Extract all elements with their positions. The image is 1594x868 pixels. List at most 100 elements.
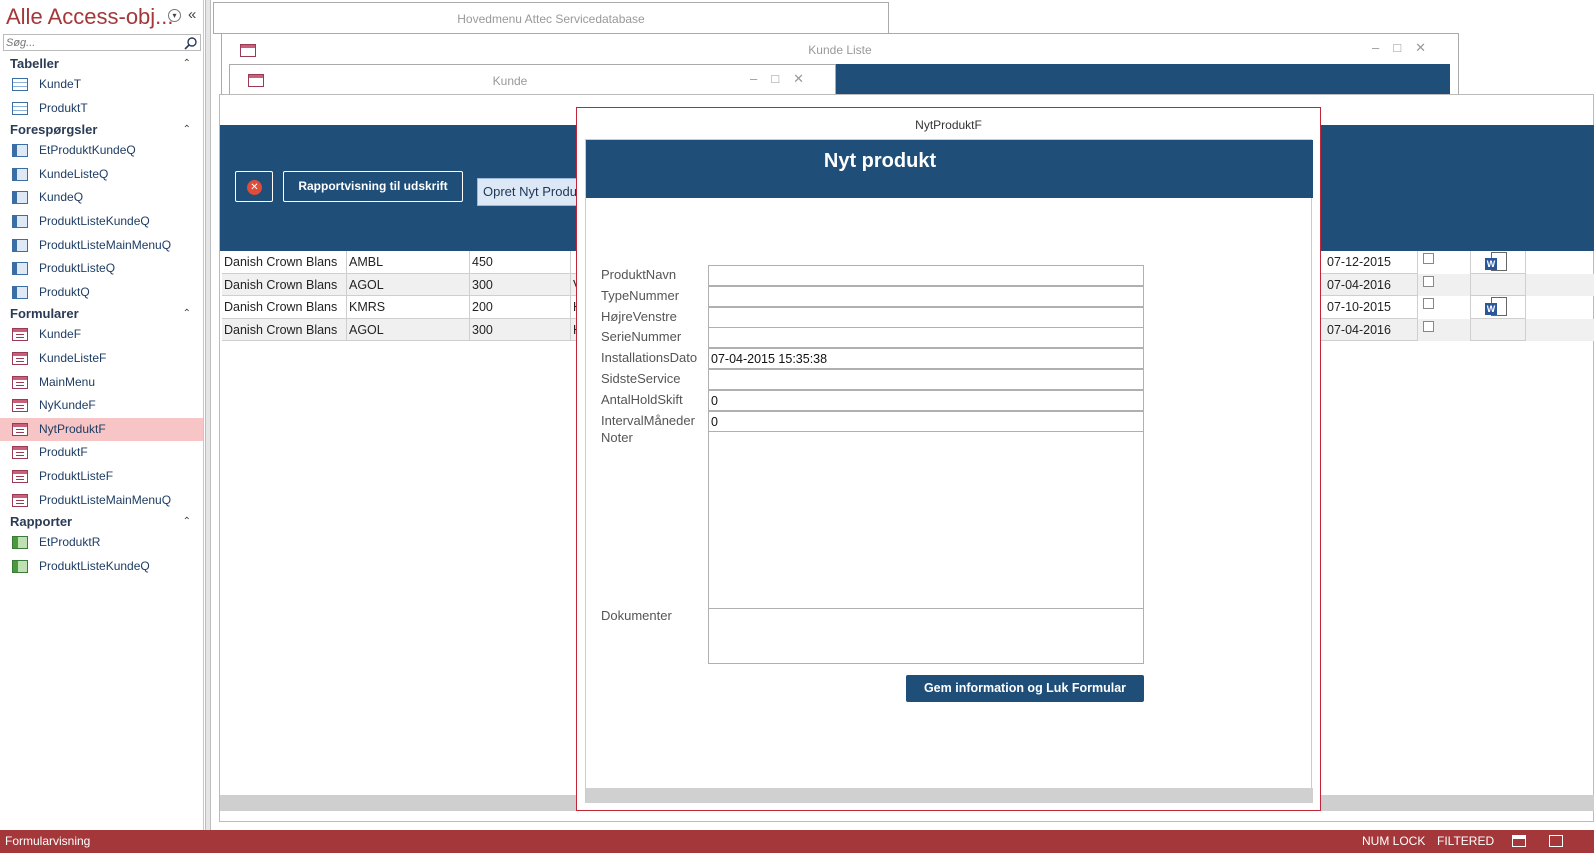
chevron-up-icon[interactable]: ⌃ (183, 512, 191, 531)
nav-item[interactable]: KundeF (0, 323, 203, 347)
nav-item[interactable]: EtProduktKundeQ (0, 139, 203, 163)
layout-view-icon[interactable] (1549, 835, 1563, 847)
form-view-icon[interactable] (1512, 835, 1526, 847)
nav-item[interactable]: ProduktListeMainMenuQ (0, 489, 203, 513)
cell-type[interactable]: 300 (470, 318, 571, 342)
form-icon (12, 399, 28, 413)
field-noter[interactable] (708, 431, 1144, 609)
cell-kunden[interactable]: Danish Crown Blans (222, 318, 347, 342)
nav-item[interactable]: KundeListeQ (0, 163, 203, 187)
maximize-icon[interactable]: □ (1393, 40, 1415, 55)
cell-produkt[interactable]: AMBL (347, 251, 470, 274)
save-and-close-button[interactable]: Gem information og Luk Formular (906, 675, 1144, 702)
popup-header-band: Nyt produkt (586, 140, 1313, 198)
word-document-icon[interactable]: W (1483, 252, 1509, 272)
nav-item[interactable]: ProduktListeQ (0, 257, 203, 281)
nav-item[interactable]: ProduktF (0, 441, 203, 465)
nav-search-input[interactable] (4, 35, 180, 51)
cell-naeste-service[interactable]: 07-04-2016 (1321, 273, 1418, 297)
nav-item[interactable]: ProduktListeKundeQ (0, 210, 203, 234)
note-checkbox[interactable] (1423, 298, 1434, 310)
nav-item[interactable]: EtProduktR (0, 531, 203, 555)
status-bar: Formularvisning NUM LOCK FILTERED (0, 830, 1594, 853)
cell-produkt[interactable]: KMRS (347, 296, 470, 319)
close-form-button[interactable]: ✕ (235, 171, 273, 202)
nav-item[interactable]: ProduktListeF (0, 465, 203, 489)
chevron-down-icon[interactable]: ▾ (168, 9, 181, 22)
nav-item[interactable]: ProduktListeKundeQ (0, 555, 203, 579)
nav-group-label: Forespørgsler (10, 122, 98, 138)
cell-naeste-service[interactable]: 07-04-2016 (1321, 318, 1418, 342)
nav-item[interactable]: ProduktListeMainMenuQ (0, 234, 203, 258)
field-input[interactable] (708, 327, 1144, 349)
cell-dokumenter[interactable]: W (1470, 251, 1526, 274)
field-input[interactable]: 07-04-2015 15:35:38 (708, 348, 1144, 370)
field-input[interactable]: 0 (708, 410, 1144, 432)
word-document-icon[interactable]: W (1483, 297, 1509, 317)
cell-type[interactable]: 450 (470, 251, 571, 274)
note-checkbox[interactable] (1423, 253, 1434, 264)
chevron-up-icon[interactable]: ⌃ (183, 304, 191, 323)
popup-scrollbar[interactable] (586, 788, 1313, 803)
field-input[interactable] (708, 285, 1144, 307)
chevron-up-icon[interactable]: ⌃ (183, 54, 191, 73)
nav-item[interactable]: NyKundeF (0, 394, 203, 418)
field-input[interactable] (708, 369, 1144, 390)
nav-item-label: KundeListeQ (39, 166, 109, 181)
window-kunde[interactable]: Kunde –□✕ (229, 64, 836, 96)
nav-item[interactable]: NytProduktF (0, 417, 203, 442)
form-icon (12, 422, 28, 436)
nav-item[interactable]: ProduktQ (0, 281, 203, 305)
nav-item-label: KundeT (39, 77, 82, 91)
nav-title[interactable]: Alle Access-obj... (6, 4, 174, 30)
minimize-icon[interactable]: – (1372, 40, 1393, 55)
cell-dokumenter[interactable] (1470, 273, 1526, 297)
nav-group-frm[interactable]: Formularer ⌃ (0, 304, 203, 323)
cell-type[interactable]: 300 (470, 273, 571, 297)
cell-produkt[interactable]: AGOL (347, 318, 470, 342)
cell-type[interactable]: 200 (470, 296, 571, 319)
close-icon[interactable]: ✕ (1415, 40, 1440, 55)
cell-naeste-service[interactable]: 07-12-2015 (1321, 251, 1418, 274)
bottom-strip (0, 853, 1594, 868)
label-dokumenter: Dokumenter (601, 608, 672, 623)
cell-kunden[interactable]: Danish Crown Blans (222, 273, 347, 297)
nav-item[interactable]: KundeListeF (0, 347, 203, 371)
close-icon[interactable]: ✕ (793, 71, 818, 86)
nav-group-rpt[interactable]: Rapporter ⌃ (0, 512, 203, 531)
nav-item[interactable]: MainMenu (0, 371, 203, 395)
note-checkbox[interactable] (1423, 275, 1434, 287)
field-dokumenter[interactable] (708, 608, 1144, 664)
cell-produkt[interactable]: AGOL (347, 273, 470, 297)
field-input[interactable] (708, 265, 1144, 286)
maximize-icon[interactable]: □ (771, 71, 793, 86)
field-input[interactable]: 0 (708, 389, 1144, 411)
field-label: IntervalMåneder (601, 412, 695, 428)
cell-kunden[interactable]: Danish Crown Blans (222, 251, 347, 274)
minimize-icon[interactable]: – (750, 71, 771, 86)
note-checkbox[interactable] (1423, 320, 1434, 332)
window-hovedmenu[interactable]: Hovedmenu Attec Servicedatabase (213, 2, 889, 34)
popup-form-body: Nyt produkt ProduktNavn TypeNummer HøjreVe… (585, 139, 1313, 803)
cell-dokumenter[interactable] (1470, 318, 1526, 342)
cell-dokumenter[interactable]: W (1470, 296, 1526, 319)
status-filtered: FILTERED (1437, 834, 1495, 848)
nav-item-label: ProduktQ (39, 284, 90, 299)
label-noter: Noter (601, 430, 633, 445)
create-product-button[interactable]: Opret Nyt Produkt (477, 178, 589, 206)
nav-group-qry[interactable]: Forespørgsler ⌃ (0, 120, 203, 139)
report-view-button[interactable]: Rapportvisning til udskrift (283, 171, 463, 202)
search-icon[interactable] (184, 36, 198, 50)
field-input[interactable] (708, 306, 1144, 328)
nav-item[interactable]: KundeQ (0, 186, 203, 210)
nav-item[interactable]: KundeT (0, 73, 203, 97)
chevron-up-icon[interactable]: ⌃ (183, 120, 191, 139)
nav-item-label: ProduktListeKundeQ (39, 213, 150, 228)
close-icon: ✕ (247, 180, 262, 195)
cell-naeste-service[interactable]: 07-10-2015 (1321, 296, 1418, 319)
window-title-hovedmenu: Hovedmenu Attec Servicedatabase (457, 12, 645, 26)
nav-group-tbl[interactable]: Tabeller ⌃ (0, 54, 203, 73)
nav-item[interactable]: ProduktT (0, 97, 203, 121)
cell-kunden[interactable]: Danish Crown Blans (222, 296, 347, 319)
collapse-pane-icon[interactable]: « (188, 6, 196, 23)
